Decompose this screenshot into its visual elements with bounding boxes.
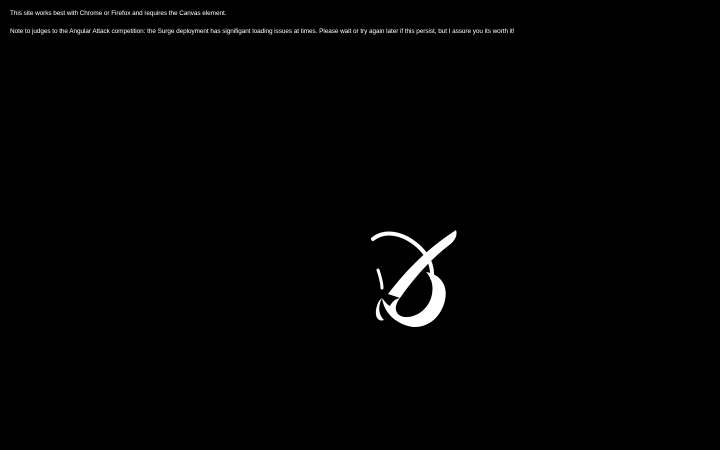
browser-support-notice: This site works best with Chrome or Fire… bbox=[10, 10, 227, 17]
loading-logo bbox=[370, 226, 460, 330]
swirl-logo-icon bbox=[371, 230, 457, 328]
judges-note: Note to judges to the Angular Attack com… bbox=[10, 28, 515, 35]
